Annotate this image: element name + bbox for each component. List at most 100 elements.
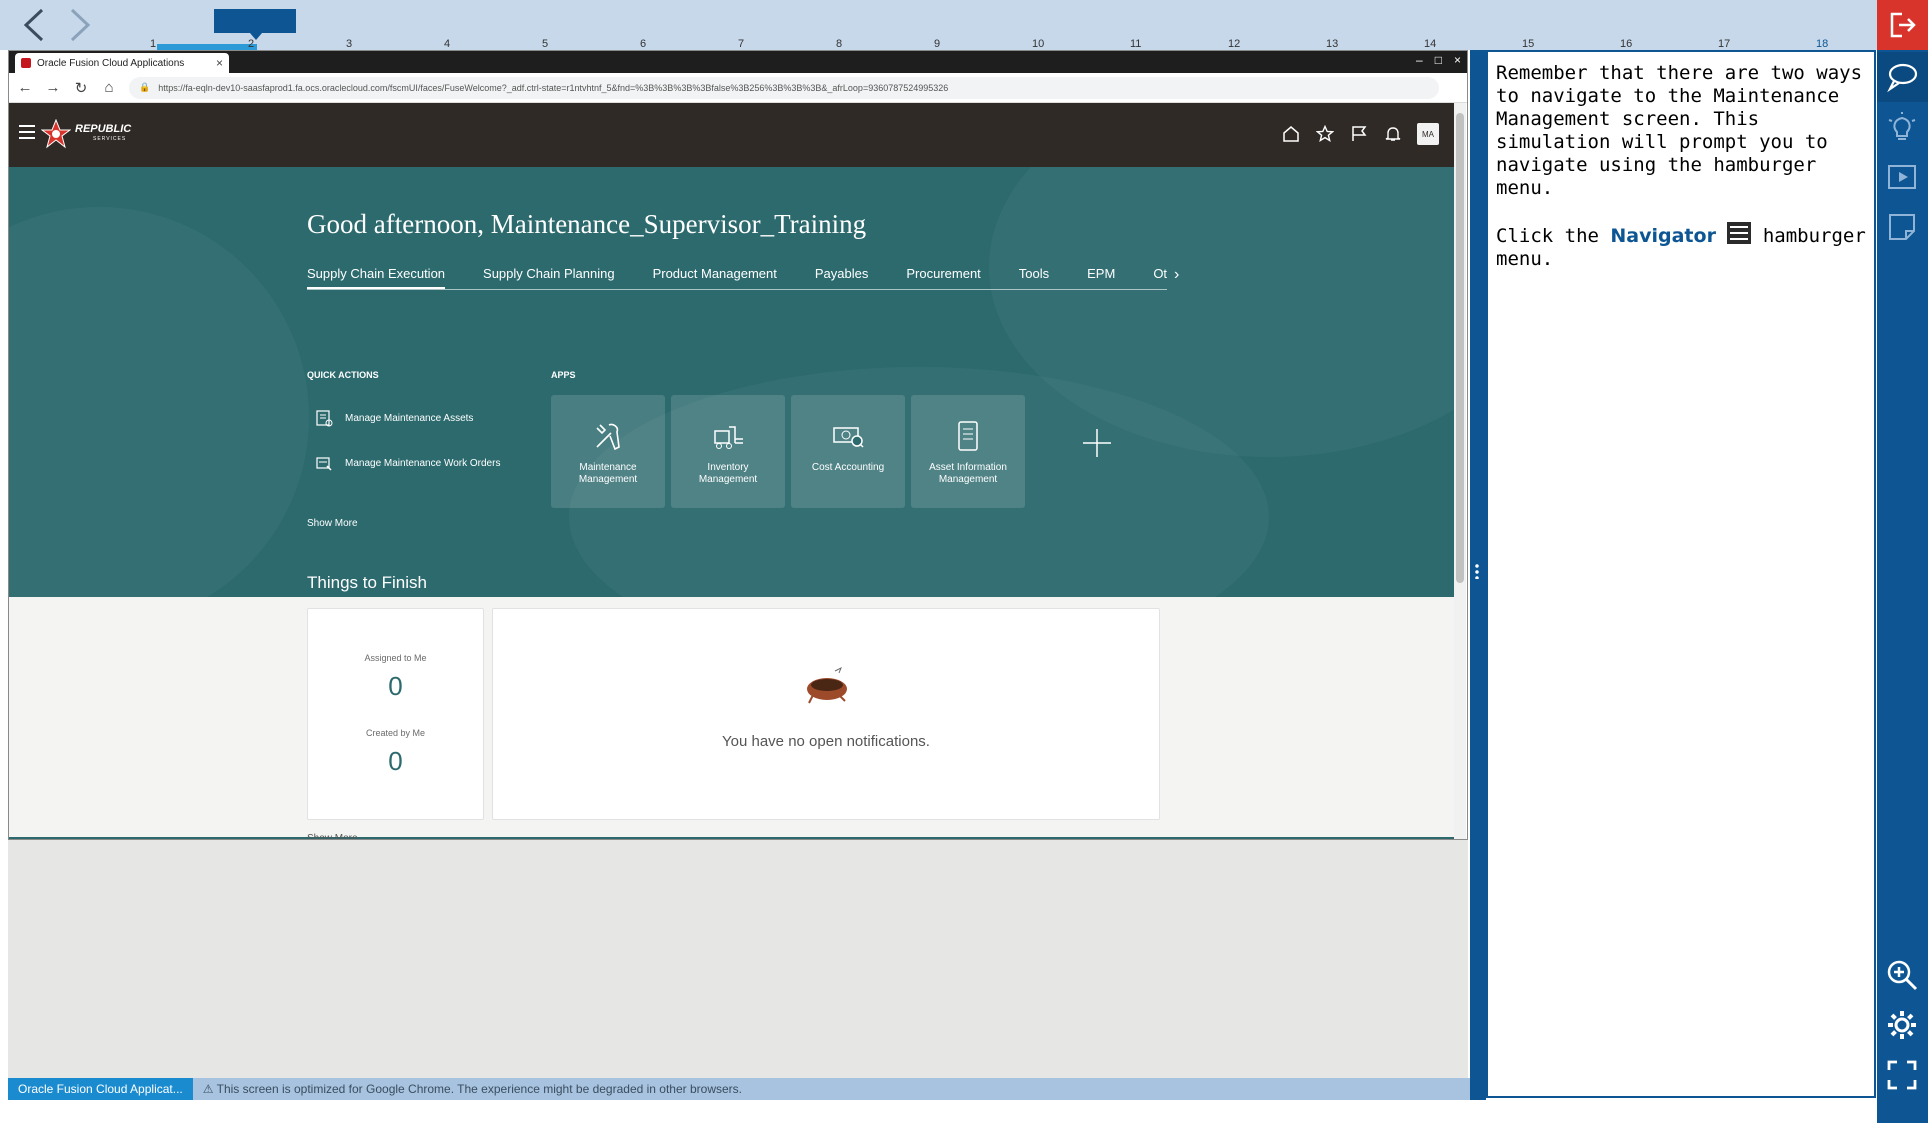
current-step-marker[interactable]: [214, 9, 296, 40]
browser-tab[interactable]: Oracle Fusion Cloud Applications ×: [15, 53, 229, 73]
things-to-finish-show-more-link[interactable]: Show More: [307, 833, 358, 839]
apps-label: APPS: [551, 370, 576, 380]
fullscreen-icon: [1887, 1060, 1917, 1090]
tab-tools[interactable]: Tools: [1019, 258, 1049, 289]
browser-tab-strip: Oracle Fusion Cloud Applications × – □ ×: [9, 51, 1467, 73]
app-asset-information-management[interactable]: Asset Information Management: [911, 395, 1025, 508]
oracle-favicon-icon: [21, 58, 31, 68]
browser-window: Oracle Fusion Cloud Applications × – □ ×…: [8, 50, 1468, 840]
quick-actions-show-more-link[interactable]: Show More: [307, 518, 358, 529]
quick-action-manage-maintenance-work-orders[interactable]: Manage Maintenance Work Orders: [315, 454, 500, 472]
reload-icon[interactable]: ↻: [69, 76, 93, 100]
flag-icon: [1352, 126, 1367, 141]
exit-button[interactable]: [1877, 0, 1928, 50]
simulation-player: 1 2 3 4 5 6 7 8 9 10 11 12 13 14 15 16 17 18 Oracle Fusio…: [0, 0, 1928, 1123]
asset-list-icon: [316, 410, 333, 427]
navigator-hamburger-icon[interactable]: [19, 125, 35, 139]
instruction-panel: Remember that there are two ways to navi…: [1486, 50, 1876, 1098]
panel-splitter[interactable]: [1470, 50, 1486, 1100]
home-outline-icon: [1283, 126, 1299, 142]
tab-supply-chain-execution[interactable]: Supply Chain Execution: [307, 258, 446, 289]
step-number[interactable]: 8: [836, 38, 842, 50]
money-icon: [833, 427, 864, 448]
instruction-step: Click the Navigator hamburger menu.: [1496, 222, 1866, 271]
assigned-to-me-label: Assigned to Me: [364, 653, 427, 663]
fullscreen-button[interactable]: [1883, 1056, 1921, 1094]
tab-product-management[interactable]: Product Management: [653, 258, 777, 289]
browser-warning-text: ⚠ This screen is optimized for Google Ch…: [202, 1082, 742, 1096]
step-number[interactable]: 12: [1228, 38, 1240, 50]
step-number[interactable]: 1: [150, 38, 156, 50]
app-inventory-management[interactable]: Inventory Management: [671, 395, 785, 508]
user-avatar[interactable]: MA: [1417, 123, 1439, 145]
notifications-card: You have no open notifications.: [492, 608, 1160, 820]
show-me-video-button[interactable]: [1883, 158, 1921, 196]
forward-icon[interactable]: →: [41, 76, 65, 100]
close-window-icon[interactable]: ×: [1454, 53, 1461, 67]
step-number[interactable]: 18: [1816, 38, 1828, 50]
instruction-reminder: Remember that there are two ways to navi…: [1496, 62, 1863, 199]
instructions-button[interactable]: [1883, 58, 1921, 96]
step-number[interactable]: 17: [1718, 38, 1730, 50]
app-label: Cost Accounting: [811, 462, 885, 473]
app-maintenance-management[interactable]: Maintenance Management: [551, 395, 665, 508]
status-app-label[interactable]: Oracle Fusion Cloud Applicat...: [8, 1078, 193, 1100]
notes-button[interactable]: [1883, 208, 1921, 246]
scrollbar-thumb[interactable]: [1456, 113, 1464, 583]
step-number[interactable]: 11: [1130, 38, 1141, 50]
minimize-icon[interactable]: –: [1416, 53, 1423, 67]
step-number[interactable]: 7: [738, 38, 744, 50]
empty-nest-icon: [807, 666, 847, 704]
step-number[interactable]: 16: [1620, 38, 1632, 50]
quick-action-manage-maintenance-assets[interactable]: Manage Maintenance Assets: [315, 409, 473, 427]
step-number[interactable]: 5: [542, 38, 548, 50]
step-number[interactable]: 4: [444, 38, 450, 50]
zoom-button[interactable]: [1883, 956, 1921, 994]
tab-epm[interactable]: EPM: [1087, 258, 1115, 289]
step-number[interactable]: 14: [1424, 38, 1436, 50]
step-number[interactable]: 13: [1326, 38, 1338, 50]
tab-payables[interactable]: Payables: [815, 258, 868, 289]
tab-others[interactable]: Oth: [1153, 258, 1167, 289]
tabs-scroll-right-icon[interactable]: ›: [1174, 266, 1179, 284]
step-number[interactable]: 3: [346, 38, 352, 50]
greeting-heading: Good afternoon, Maintenance_Supervisor_T…: [307, 209, 867, 239]
step-number[interactable]: 2: [248, 38, 254, 50]
splitter-grip-icon[interactable]: [1475, 563, 1479, 579]
favorites-button[interactable]: [1315, 124, 1335, 144]
page-scrollbar[interactable]: [1454, 103, 1466, 839]
republic-services-logo[interactable]: REPUBLIC SERVICES: [41, 117, 131, 151]
maximize-icon[interactable]: □: [1435, 53, 1442, 67]
assigned-to-me-count[interactable]: 0: [308, 671, 483, 702]
hint-button[interactable]: [1883, 108, 1921, 146]
player-status-bar: Oracle Fusion Cloud Applicat... ⚠ This s…: [8, 1078, 1478, 1100]
watchlist-button[interactable]: [1349, 124, 1369, 144]
no-notifications-text: You have no open notifications.: [722, 733, 930, 750]
bell-icon: [1385, 127, 1401, 141]
url-field[interactable]: 🔒 https://fa-eqln-dev10-saasfaprod1.fa.o…: [129, 76, 1439, 99]
step-number[interactable]: 10: [1032, 38, 1044, 50]
previous-step-button[interactable]: [14, 4, 54, 46]
tab-supply-chain-planning[interactable]: Supply Chain Planning: [483, 258, 615, 289]
step-number[interactable]: 15: [1522, 38, 1534, 50]
app-cost-accounting[interactable]: Cost Accounting: [791, 395, 905, 508]
close-tab-icon[interactable]: ×: [216, 56, 223, 70]
header-icons: MA: [1281, 123, 1439, 145]
exit-icon: [1890, 12, 1916, 38]
home-button[interactable]: [1281, 124, 1301, 144]
add-app-plus-icon[interactable]: [1079, 425, 1115, 461]
notifications-button[interactable]: [1383, 124, 1403, 144]
step-number[interactable]: 9: [934, 38, 940, 50]
created-by-me-label: Created by Me: [365, 728, 426, 738]
hamburger-menu-icon: [1727, 222, 1752, 244]
oracle-global-header: REPUBLIC SERVICES MA: [9, 103, 1459, 167]
next-step-button[interactable]: [60, 4, 100, 46]
step-number[interactable]: 6: [640, 38, 646, 50]
app-label: Maintenance Management: [578, 462, 638, 485]
home-icon[interactable]: ⌂: [97, 76, 121, 100]
task-counts-card: Assigned to Me 0 Created by Me 0: [307, 608, 484, 820]
back-icon[interactable]: ←: [13, 76, 37, 100]
settings-button[interactable]: [1883, 1006, 1921, 1044]
tab-procurement[interactable]: Procurement: [906, 258, 980, 289]
created-by-me-count[interactable]: 0: [308, 746, 483, 777]
